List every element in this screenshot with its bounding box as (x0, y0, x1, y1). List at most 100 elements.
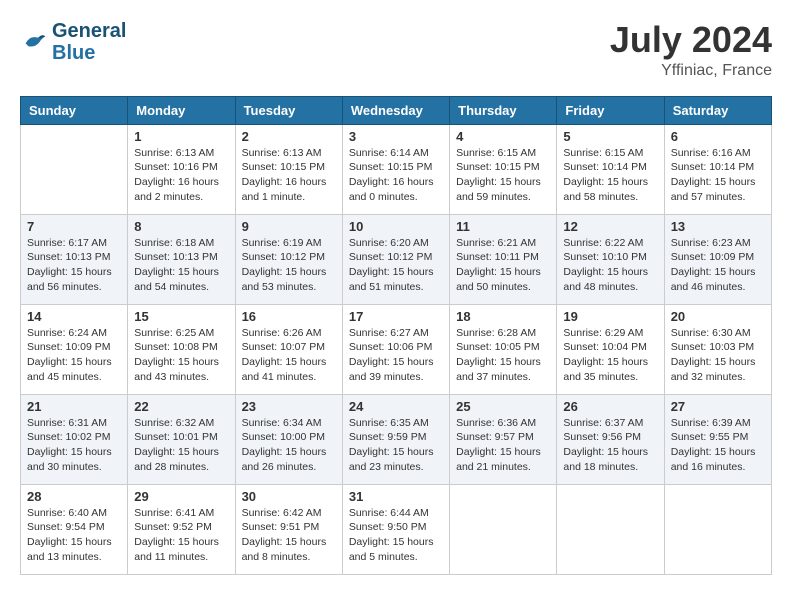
cell-day-number: 11 (456, 219, 550, 234)
cell-day-number: 7 (27, 219, 121, 234)
cell-day-number: 27 (671, 399, 765, 414)
cell-info: Sunrise: 6:42 AMSunset: 9:51 PMDaylight:… (242, 506, 336, 565)
calendar-cell: 13 Sunrise: 6:23 AMSunset: 10:09 PMDaylig… (664, 214, 771, 304)
day-header-saturday: Saturday (664, 96, 771, 124)
cell-day-number: 19 (563, 309, 657, 324)
calendar-week-row: 7 Sunrise: 6:17 AMSunset: 10:13 PMDayligh… (21, 214, 772, 304)
calendar-cell: 30 Sunrise: 6:42 AMSunset: 9:51 PMDayligh… (235, 484, 342, 574)
month-year: July 2024 (610, 20, 772, 60)
calendar-week-row: 21 Sunrise: 6:31 AMSunset: 10:02 PMDaylig… (21, 394, 772, 484)
calendar-cell (21, 124, 128, 214)
cell-info: Sunrise: 6:29 AMSunset: 10:04 PMDaylight… (563, 326, 657, 385)
cell-info: Sunrise: 6:34 AMSunset: 10:00 PMDaylight… (242, 416, 336, 475)
cell-info: Sunrise: 6:15 AMSunset: 10:15 PMDaylight… (456, 146, 550, 205)
cell-info: Sunrise: 6:24 AMSunset: 10:09 PMDaylight… (27, 326, 121, 385)
cell-day-number: 25 (456, 399, 550, 414)
logo: General Blue (20, 20, 126, 64)
cell-day-number: 2 (242, 129, 336, 144)
cell-day-number: 14 (27, 309, 121, 324)
cell-day-number: 9 (242, 219, 336, 234)
calendar-cell: 29 Sunrise: 6:41 AMSunset: 9:52 PMDayligh… (128, 484, 235, 574)
calendar-cell: 9 Sunrise: 6:19 AMSunset: 10:12 PMDayligh… (235, 214, 342, 304)
cell-day-number: 20 (671, 309, 765, 324)
cell-day-number: 29 (134, 489, 228, 504)
calendar-week-row: 14 Sunrise: 6:24 AMSunset: 10:09 PMDaylig… (21, 304, 772, 394)
calendar-cell: 14 Sunrise: 6:24 AMSunset: 10:09 PMDaylig… (21, 304, 128, 394)
calendar-cell: 8 Sunrise: 6:18 AMSunset: 10:13 PMDayligh… (128, 214, 235, 304)
cell-day-number: 6 (671, 129, 765, 144)
cell-info: Sunrise: 6:26 AMSunset: 10:07 PMDaylight… (242, 326, 336, 385)
page-header: General Blue July 2024 Yffiniac, France (20, 20, 772, 80)
cell-day-number: 3 (349, 129, 443, 144)
cell-info: Sunrise: 6:25 AMSunset: 10:08 PMDaylight… (134, 326, 228, 385)
day-header-monday: Monday (128, 96, 235, 124)
calendar-cell: 12Sunrise: 6:22 AMSunset: 10:10 PMDaylig… (557, 214, 664, 304)
cell-info: Sunrise: 6:15 AMSunset: 10:14 PMDaylight… (563, 146, 657, 205)
day-header-friday: Friday (557, 96, 664, 124)
cell-info: Sunrise: 6:41 AMSunset: 9:52 PMDaylight:… (134, 506, 228, 565)
cell-day-number: 23 (242, 399, 336, 414)
calendar-cell: 31 Sunrise: 6:44 AMSunset: 9:50 PMDayligh… (342, 484, 449, 574)
cell-day-number: 24 (349, 399, 443, 414)
calendar-cell: 10 Sunrise: 6:20 AMSunset: 10:12 PMDaylig… (342, 214, 449, 304)
cell-info: Sunrise: 6:40 AMSunset: 9:54 PMDaylight:… (27, 506, 121, 565)
title-block: July 2024 Yffiniac, France (610, 20, 772, 80)
calendar-cell: 18Sunrise: 6:28 AMSunset: 10:05 PMDaylig… (450, 304, 557, 394)
calendar-cell: 22 Sunrise: 6:32 AMSunset: 10:01 PMDaylig… (128, 394, 235, 484)
cell-day-number: 10 (349, 219, 443, 234)
cell-info: Sunrise: 6:39 AMSunset: 9:55 PMDaylight:… (671, 416, 765, 475)
calendar-cell: 5Sunrise: 6:15 AMSunset: 10:14 PMDayligh… (557, 124, 664, 214)
calendar-cell: 27 Sunrise: 6:39 AMSunset: 9:55 PMDayligh… (664, 394, 771, 484)
cell-day-number: 21 (27, 399, 121, 414)
calendar-cell: 17 Sunrise: 6:27 AMSunset: 10:06 PMDaylig… (342, 304, 449, 394)
logo-text: General Blue (52, 20, 126, 64)
cell-info: Sunrise: 6:13 AMSunset: 10:16 PMDaylight… (134, 146, 228, 205)
cell-info: Sunrise: 6:35 AMSunset: 9:59 PMDaylight:… (349, 416, 443, 475)
calendar-table: SundayMondayTuesdayWednesdayThursdayFrid… (20, 96, 772, 575)
calendar-cell: 25 Sunrise: 6:36 AMSunset: 9:57 PMDayligh… (450, 394, 557, 484)
calendar-cell: 23 Sunrise: 6:34 AMSunset: 10:00 PMDaylig… (235, 394, 342, 484)
calendar-cell: 19 Sunrise: 6:29 AMSunset: 10:04 PMDaylig… (557, 304, 664, 394)
calendar-cell: 24 Sunrise: 6:35 AMSunset: 9:59 PMDayligh… (342, 394, 449, 484)
calendar-cell (664, 484, 771, 574)
day-header-wednesday: Wednesday (342, 96, 449, 124)
cell-info: Sunrise: 6:17 AMSunset: 10:13 PMDaylight… (27, 236, 121, 295)
cell-day-number: 8 (134, 219, 228, 234)
cell-day-number: 4 (456, 129, 550, 144)
cell-info: Sunrise: 6:16 AMSunset: 10:14 PMDaylight… (671, 146, 765, 205)
cell-day-number: 31 (349, 489, 443, 504)
cell-info: Sunrise: 6:32 AMSunset: 10:01 PMDaylight… (134, 416, 228, 475)
cell-day-number: 28 (27, 489, 121, 504)
location: Yffiniac, France (610, 62, 772, 80)
calendar-cell: 21 Sunrise: 6:31 AMSunset: 10:02 PMDaylig… (21, 394, 128, 484)
calendar-cell: 26Sunrise: 6:37 AMSunset: 9:56 PMDayligh… (557, 394, 664, 484)
cell-day-number: 22 (134, 399, 228, 414)
calendar-cell: 15Sunrise: 6:25 AMSunset: 10:08 PMDaylig… (128, 304, 235, 394)
cell-info: Sunrise: 6:36 AMSunset: 9:57 PMDaylight:… (456, 416, 550, 475)
cell-info: Sunrise: 6:44 AMSunset: 9:50 PMDaylight:… (349, 506, 443, 565)
cell-info: Sunrise: 6:37 AMSunset: 9:56 PMDaylight:… (563, 416, 657, 475)
cell-info: Sunrise: 6:30 AMSunset: 10:03 PMDaylight… (671, 326, 765, 385)
cell-day-number: 12 (563, 219, 657, 234)
calendar-cell: 20 Sunrise: 6:30 AMSunset: 10:03 PMDaylig… (664, 304, 771, 394)
calendar-cell: 11Sunrise: 6:21 AMSunset: 10:11 PMDaylig… (450, 214, 557, 304)
calendar-cell: 7 Sunrise: 6:17 AMSunset: 10:13 PMDayligh… (21, 214, 128, 304)
cell-day-number: 13 (671, 219, 765, 234)
cell-day-number: 16 (242, 309, 336, 324)
cell-day-number: 30 (242, 489, 336, 504)
day-header-tuesday: Tuesday (235, 96, 342, 124)
cell-info: Sunrise: 6:18 AMSunset: 10:13 PMDaylight… (134, 236, 228, 295)
cell-info: Sunrise: 6:13 AMSunset: 10:15 PMDaylight… (242, 146, 336, 205)
cell-info: Sunrise: 6:23 AMSunset: 10:09 PMDaylight… (671, 236, 765, 295)
cell-info: Sunrise: 6:27 AMSunset: 10:06 PMDaylight… (349, 326, 443, 385)
cell-day-number: 18 (456, 309, 550, 324)
calendar-cell: 1 Sunrise: 6:13 AMSunset: 10:16 PMDayligh… (128, 124, 235, 214)
cell-day-number: 1 (134, 129, 228, 144)
cell-info: Sunrise: 6:19 AMSunset: 10:12 PMDaylight… (242, 236, 336, 295)
cell-day-number: 17 (349, 309, 443, 324)
cell-info: Sunrise: 6:31 AMSunset: 10:02 PMDaylight… (27, 416, 121, 475)
calendar-week-row: 1 Sunrise: 6:13 AMSunset: 10:16 PMDayligh… (21, 124, 772, 214)
cell-info: Sunrise: 6:20 AMSunset: 10:12 PMDaylight… (349, 236, 443, 295)
calendar-cell: 28 Sunrise: 6:40 AMSunset: 9:54 PMDayligh… (21, 484, 128, 574)
calendar-cell: 6 Sunrise: 6:16 AMSunset: 10:14 PMDayligh… (664, 124, 771, 214)
